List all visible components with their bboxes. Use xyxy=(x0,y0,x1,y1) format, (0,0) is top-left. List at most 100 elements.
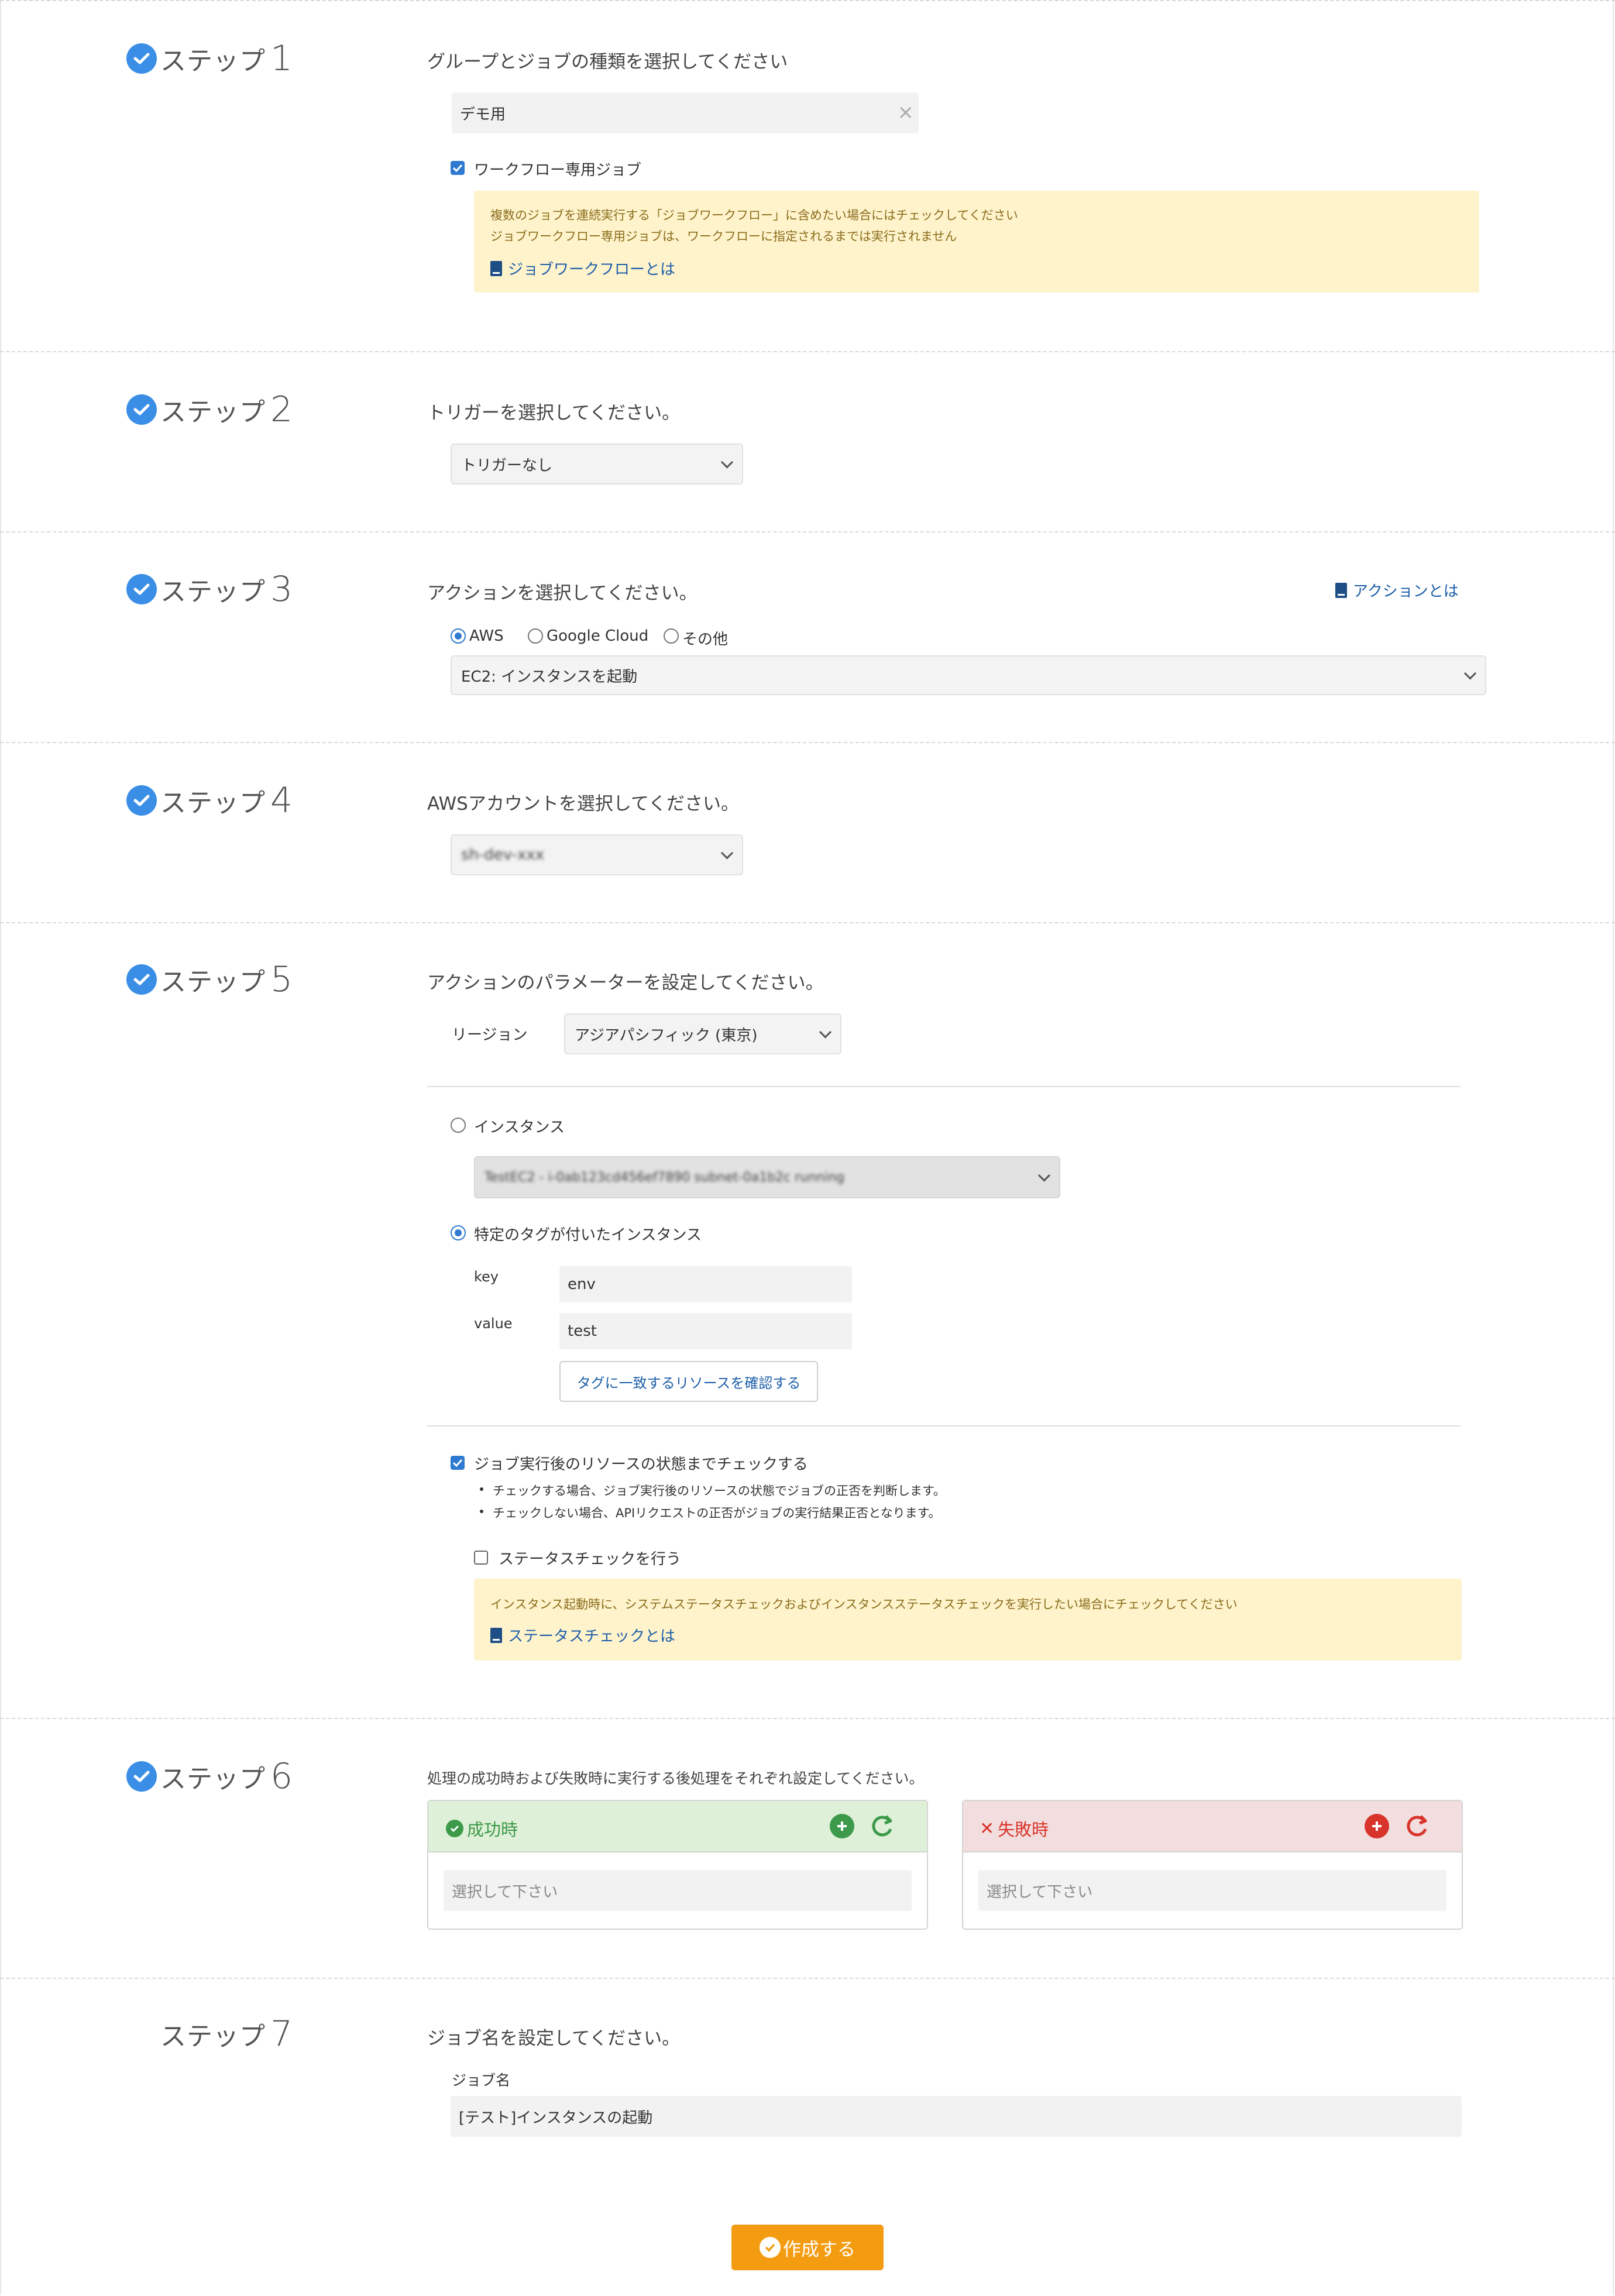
step-label: ステップ xyxy=(160,2022,266,2051)
close-icon: ✕ xyxy=(980,1818,995,1839)
success-title: 成功時 xyxy=(446,1816,518,1841)
step-2-title: ステップ 2 xyxy=(126,389,293,430)
workflow-checkbox-label: ワークフロー専用ジョブ xyxy=(474,161,642,179)
check-circle-icon xyxy=(126,785,157,816)
tag-value-value: test xyxy=(568,1322,597,1340)
check-circle-icon xyxy=(126,574,157,604)
success-title-text: 成功時 xyxy=(467,1820,518,1840)
failure-panel: ✕ 失敗時 選択して下さい xyxy=(962,1800,1463,1930)
key-label: key xyxy=(474,1269,499,1285)
instance-select[interactable]: TestEC2 - i-0ab123cd456ef7890 subnet-0a1… xyxy=(474,1156,1060,1198)
tag-value-input[interactable]: test xyxy=(559,1313,852,1349)
step-number: 1 xyxy=(270,38,293,79)
section-divider xyxy=(0,0,1615,1)
chevron-down-icon xyxy=(720,847,734,860)
step-5-title: ステップ 5 xyxy=(126,959,293,1000)
separator xyxy=(427,1086,1461,1087)
tag-key-input[interactable]: env xyxy=(559,1266,852,1302)
step-4-title: ステップ 4 xyxy=(126,780,293,821)
section-divider xyxy=(0,531,1615,532)
action-select-value: EC2: インスタンスを起動 xyxy=(461,668,638,686)
clear-icon[interactable]: × xyxy=(898,101,915,124)
step-number: 7 xyxy=(270,2013,293,2054)
trigger-select[interactable]: トリガーなし xyxy=(451,444,743,484)
region-select-value: アジアパシフィック (東京) xyxy=(575,1026,758,1044)
step-3-prompt: アクションを選択してください。 xyxy=(427,583,697,604)
create-button[interactable]: 作成する xyxy=(731,2225,884,2270)
check-circle-icon xyxy=(446,1820,463,1837)
provider-label-aws: AWS xyxy=(469,627,504,645)
tag-instance-radio[interactable] xyxy=(451,1225,466,1240)
section-divider xyxy=(0,1978,1615,1979)
aws-account-select[interactable]: sh-dev-xxx xyxy=(451,834,743,875)
step-label: ステップ xyxy=(160,577,266,607)
create-button-label: 作成する xyxy=(783,2239,855,2260)
check-circle-icon xyxy=(126,43,157,74)
action-help-link-text: アクションとは xyxy=(1353,583,1459,600)
workflow-help-link[interactable]: ジョブワークフローとは xyxy=(490,257,675,279)
success-panel: 成功時 選択して下さい xyxy=(427,1800,928,1930)
success-action-select[interactable]: 選択して下さい xyxy=(444,1870,912,1911)
chevron-down-icon xyxy=(1037,1169,1051,1182)
status-check-label: ステータスチェックを行う xyxy=(499,1551,682,1568)
bullet-item: チェックする場合、ジョブ実行後のリソースの状態でジョブの正否を判断します。 xyxy=(480,1482,946,1499)
instance-select-value: TestEC2 - i-0ab123cd456ef7890 subnet-0a1… xyxy=(485,1170,845,1185)
workflow-checkbox[interactable] xyxy=(451,161,465,175)
step-6-title: ステップ 6 xyxy=(126,1756,293,1797)
status-check-note: インスタンス起動時に、システムステータスチェックおよびインスタンスステータスチェ… xyxy=(474,1579,1462,1661)
step-number: 4 xyxy=(270,780,293,821)
step-label: ステップ xyxy=(160,1764,266,1794)
provider-radio-aws[interactable] xyxy=(451,628,466,644)
check-after-checkbox[interactable] xyxy=(451,1456,465,1470)
region-select[interactable]: アジアパシフィック (東京) xyxy=(564,1013,841,1054)
check-circle-icon xyxy=(126,394,157,425)
add-failure-action-icon[interactable] xyxy=(1365,1814,1389,1838)
provider-radio-google-cloud[interactable] xyxy=(528,628,543,644)
provider-radio-other[interactable] xyxy=(664,628,679,644)
refresh-success-icon[interactable] xyxy=(868,1813,895,1842)
bullet-item: チェックしない場合、APIリクエストの正否がジョブの実行結果正否となります。 xyxy=(480,1504,941,1521)
check-circle-icon xyxy=(126,1761,157,1792)
value-label: value xyxy=(474,1315,513,1332)
action-help-link[interactable]: アクションとは xyxy=(1335,579,1459,601)
refresh-failure-icon[interactable] xyxy=(1403,1813,1430,1842)
tag-key-value: env xyxy=(568,1276,596,1293)
status-check-help-link-text: ステータスチェックとは xyxy=(508,1628,676,1645)
failure-placeholder: 選択して下さい xyxy=(987,1883,1093,1901)
action-select[interactable]: EC2: インスタンスを起動 xyxy=(451,655,1486,695)
check-circle-icon xyxy=(126,964,157,995)
book-icon xyxy=(1335,582,1347,598)
trigger-select-value: トリガーなし xyxy=(461,456,553,475)
failure-title: ✕ 失敗時 xyxy=(980,1816,1049,1841)
step-6-prompt: 処理の成功時および失敗時に実行する後処理をそれぞれ設定してください。 xyxy=(427,1770,924,1787)
instance-radio-label: インスタンス xyxy=(474,1119,565,1136)
jobname-value: [テスト]インスタンスの起動 xyxy=(459,2109,653,2127)
failure-title-text: 失敗時 xyxy=(998,1820,1049,1840)
failure-action-select[interactable]: 選択して下さい xyxy=(978,1870,1446,1911)
step-1-title: ステップ 1 xyxy=(126,38,293,79)
step-4-prompt: AWSアカウントを選択してください。 xyxy=(427,793,739,814)
step-label: ステップ xyxy=(160,967,266,997)
provider-label-google-cloud: Google Cloud xyxy=(547,627,649,645)
status-check-help-link[interactable]: ステータスチェックとは xyxy=(490,1624,675,1646)
step-number: 5 xyxy=(270,959,293,1000)
instance-radio[interactable] xyxy=(451,1118,466,1133)
section-divider xyxy=(0,742,1615,743)
check-circle-icon xyxy=(760,2237,781,2258)
chevron-down-icon xyxy=(720,456,734,469)
confirm-tag-resources-button[interactable]: タグに一致するリソースを確認する xyxy=(559,1361,818,1402)
section-divider xyxy=(0,922,1615,923)
page-frame xyxy=(0,0,1614,2295)
step-number: 2 xyxy=(270,389,293,430)
step-label: ステップ xyxy=(160,788,266,818)
group-select-value: デモ用 xyxy=(460,105,506,123)
separator xyxy=(427,1425,1461,1427)
status-check-checkbox[interactable] xyxy=(474,1551,488,1565)
group-select[interactable]: デモ用 × xyxy=(452,92,919,133)
jobname-input[interactable]: [テスト]インスタンスの起動 xyxy=(451,2096,1462,2137)
aws-account-value: sh-dev-xxx xyxy=(461,846,545,864)
success-placeholder: 選択して下さい xyxy=(452,1883,558,1901)
failure-panel-header: ✕ 失敗時 xyxy=(963,1801,1462,1852)
step-7-title: ステップ 7 xyxy=(126,2013,293,2054)
add-success-action-icon[interactable] xyxy=(830,1814,854,1838)
